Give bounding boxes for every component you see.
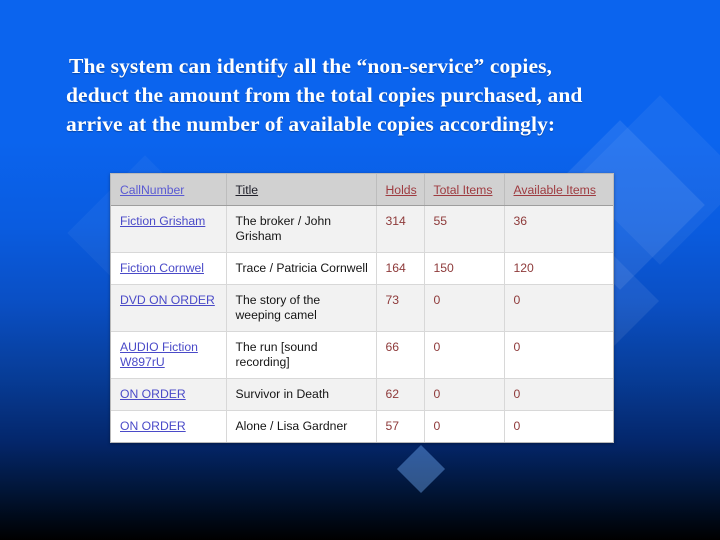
total-items-value: 0 [433, 419, 441, 433]
total-items-value: 55 [433, 214, 448, 228]
cell-available-items: 0 [504, 410, 613, 442]
available-items-value: 0 [513, 293, 521, 307]
title-text: Alone / Lisa Gardner [235, 419, 348, 433]
cell-callnumber[interactable]: DVD ON ORDER [111, 284, 227, 332]
column-header-holds-label[interactable]: Holds [386, 183, 417, 197]
chevron-accent-bottom-tip [396, 444, 446, 494]
cell-available-items: 0 [504, 331, 613, 379]
available-items-value: 120 [513, 261, 534, 275]
cell-holds: 314 [376, 205, 425, 253]
callnumber-link[interactable]: ON ORDER [120, 419, 186, 433]
cell-holds: 57 [376, 410, 425, 442]
cell-callnumber[interactable]: Fiction Grisham [111, 205, 227, 253]
cell-callnumber[interactable]: Fiction Cornwel [111, 252, 227, 285]
callnumber-link[interactable]: AUDIO Fiction W897rU [120, 340, 198, 369]
column-header-callnumber[interactable]: CallNumber [111, 174, 227, 206]
table-header-row: CallNumber Title Holds Total Items Avail… [111, 174, 613, 206]
column-header-available-items[interactable]: Available Items [504, 174, 613, 206]
title-text: Survivor in Death [235, 387, 329, 401]
cell-title: The broker / John Grisham [226, 205, 377, 253]
cell-total-items: 150 [424, 252, 505, 285]
table-body: Fiction Grisham The broker / John Grisha… [111, 205, 613, 442]
table-header-row-group: CallNumber Title Holds Total Items Avail… [111, 174, 613, 206]
table-row: ON ORDER Alone / Lisa Gardner 57 0 0 [111, 410, 613, 442]
holds-value: 57 [385, 419, 400, 433]
heading-line-3: arrive at the number of available copies… [66, 112, 556, 136]
cell-available-items: 0 [504, 284, 613, 332]
slide-heading: The system can identify all the “non-ser… [66, 52, 662, 139]
table-row: ON ORDER Survivor in Death 62 0 0 [111, 378, 613, 411]
cell-holds: 73 [376, 284, 425, 332]
cell-title: Alone / Lisa Gardner [226, 410, 377, 442]
cell-callnumber[interactable]: ON ORDER [111, 410, 227, 442]
catalog-results-table: CallNumber Title Holds Total Items Avail… [111, 174, 613, 442]
callnumber-link[interactable]: ON ORDER [120, 387, 186, 401]
holds-value: 66 [385, 340, 400, 354]
heading-line-1: The system can identify all the “non-ser… [69, 54, 553, 78]
available-items-value: 0 [513, 387, 521, 401]
available-items-value: 0 [513, 340, 521, 354]
cell-available-items: 36 [504, 205, 613, 253]
callnumber-link[interactable]: Fiction Grisham [120, 214, 205, 228]
available-items-value: 36 [513, 214, 528, 228]
column-header-available-items-label[interactable]: Available Items [514, 183, 596, 197]
cell-total-items: 0 [424, 378, 505, 411]
table-row: AUDIO Fiction W897rU The run [sound reco… [111, 331, 613, 379]
heading-line-2: deduct the amount from the total copies … [66, 83, 583, 107]
table-row: DVD ON ORDER The story of the weeping ca… [111, 284, 613, 332]
cell-total-items: 0 [424, 331, 505, 379]
total-items-value: 150 [433, 261, 454, 275]
cell-total-items: 0 [424, 410, 505, 442]
column-header-total-items[interactable]: Total Items [424, 174, 505, 206]
holds-value: 62 [385, 387, 400, 401]
cell-available-items: 120 [504, 252, 613, 285]
cell-holds: 164 [376, 252, 425, 285]
table-row: Fiction Grisham The broker / John Grisha… [111, 205, 613, 253]
cell-holds: 66 [376, 331, 425, 379]
column-header-total-items-label[interactable]: Total Items [434, 183, 493, 197]
holds-value: 73 [385, 293, 400, 307]
cell-title: Trace / Patricia Cornwell [226, 252, 377, 285]
catalog-results-panel: CallNumber Title Holds Total Items Avail… [110, 173, 614, 443]
title-text: The run [sound recording] [235, 340, 318, 369]
column-header-holds[interactable]: Holds [376, 174, 425, 206]
title-text: The story of the weeping camel [235, 293, 321, 322]
cell-callnumber[interactable]: ON ORDER [111, 378, 227, 411]
cell-title: The story of the weeping camel [226, 284, 377, 332]
column-header-title[interactable]: Title [226, 174, 377, 206]
cell-title: Survivor in Death [226, 378, 377, 411]
cell-total-items: 0 [424, 284, 505, 332]
total-items-value: 0 [433, 340, 441, 354]
cell-available-items: 0 [504, 378, 613, 411]
cell-holds: 62 [376, 378, 425, 411]
cell-total-items: 55 [424, 205, 505, 253]
slide-canvas: The system can identify all the “non-ser… [0, 0, 720, 540]
column-header-callnumber-label[interactable]: CallNumber [120, 183, 184, 197]
total-items-value: 0 [433, 293, 441, 307]
title-text: Trace / Patricia Cornwell [235, 261, 368, 275]
cell-title: The run [sound recording] [226, 331, 377, 379]
callnumber-link[interactable]: Fiction Cornwel [120, 261, 204, 275]
cell-callnumber[interactable]: AUDIO Fiction W897rU [111, 331, 227, 379]
total-items-value: 0 [433, 387, 441, 401]
column-header-title-label[interactable]: Title [236, 183, 259, 197]
holds-value: 164 [385, 261, 406, 275]
holds-value: 314 [385, 214, 406, 228]
title-text: The broker / John Grisham [235, 214, 332, 243]
available-items-value: 0 [513, 419, 521, 433]
table-row: Fiction Cornwel Trace / Patricia Cornwel… [111, 252, 613, 285]
callnumber-link[interactable]: DVD ON ORDER [120, 293, 215, 307]
